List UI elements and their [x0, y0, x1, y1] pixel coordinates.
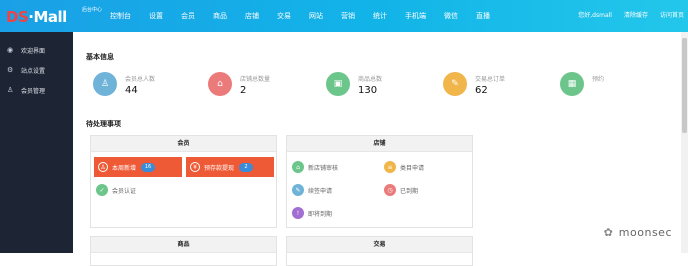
task-label: 预存款提现: [204, 163, 234, 172]
nav-dashboard[interactable]: 控制台: [110, 0, 131, 32]
panel-title: 商品: [91, 237, 276, 253]
sidebar: ◉ 欢迎界面 ⚙ 站点设置 ♙ 会员管理: [0, 32, 73, 253]
sidebar-item-label: 会员管理: [21, 86, 45, 95]
stat-booking: ▦ 预约: [560, 70, 675, 108]
order-icon: ✎: [443, 72, 467, 96]
logo[interactable]: DS·Mall: [6, 8, 67, 26]
list-icon: ≡: [384, 161, 396, 173]
stat-label: 会员总人数: [125, 74, 155, 83]
nav-settings[interactable]: 设置: [149, 0, 163, 32]
task-label: 类目申请: [400, 163, 424, 172]
task-label: 会员认证: [112, 186, 136, 195]
pending-title: 待处理事项: [86, 119, 121, 129]
user-greeting[interactable]: 您好,dsmall: [578, 0, 612, 32]
task-label: 续签申请: [308, 186, 332, 195]
task-label: 即将到期: [308, 209, 332, 218]
store-icon: ⌂: [292, 161, 304, 173]
nav-wechat[interactable]: 微信: [444, 0, 458, 32]
nav-website[interactable]: 网站: [309, 0, 323, 32]
panel-title: 交易: [287, 237, 472, 253]
stat-stores: ⌂ 店铺总数量 2: [208, 70, 323, 108]
nav-marketing[interactable]: 营销: [341, 0, 355, 32]
logo-subtitle: 后台中心: [82, 7, 102, 14]
sidebar-item-label: 欢迎界面: [21, 46, 45, 55]
this-week-new-members[interactable]: ♙ 本周新增 16: [94, 157, 182, 177]
basic-info-title: 基本信息: [86, 52, 114, 62]
panel-title: 店铺: [287, 136, 472, 152]
count-badge: 2: [239, 163, 253, 172]
wechat-icon: ✿: [604, 226, 613, 239]
count-badge: 16: [141, 163, 155, 172]
warning-icon: !: [292, 207, 304, 219]
user-icon: ♙: [7, 86, 16, 94]
nav-stores[interactable]: 店铺: [245, 0, 259, 32]
check-icon: ✓: [96, 184, 108, 196]
money-icon: ¥: [190, 162, 200, 172]
expired-stores[interactable]: ◷ 已到期: [384, 180, 469, 200]
member-auth[interactable]: ✓ 会员认证: [94, 180, 182, 200]
stat-value: 2: [240, 85, 246, 96]
sidebar-item-welcome[interactable]: ◉ 欢迎界面: [0, 40, 73, 60]
main-content: 基本信息 ♙ 会员总人数 44 ⌂ 店铺总数量 2 ▣ 商品总数 130 ✎ 交…: [73, 32, 688, 253]
scrollbar-thumb[interactable]: [682, 38, 687, 133]
nav-members[interactable]: 会员: [181, 0, 195, 32]
logo-name: Mall: [33, 8, 66, 26]
gear-icon: ⚙: [7, 66, 16, 74]
nav-live[interactable]: 直播: [476, 0, 490, 32]
nav-mobile[interactable]: 手机端: [405, 0, 426, 32]
gift-icon: ▦: [560, 72, 584, 96]
expiring-soon-stores[interactable]: ! 即将到期: [292, 203, 377, 223]
stat-label: 店铺总数量: [240, 74, 270, 83]
stat-label: 交易总订单: [475, 74, 505, 83]
category-apply[interactable]: ≡ 类目申请: [384, 157, 469, 177]
clock-icon: ◷: [384, 184, 396, 196]
stat-members: ♙ 会员总人数 44: [93, 70, 208, 108]
task-label: 本周新增: [112, 163, 136, 172]
member-panel: 会员 ♙ 本周新增 16 ¥ 预存款提现 2 ✓ 会员认证: [90, 135, 277, 228]
predeposit-withdraw[interactable]: ¥ 预存款提现 2: [186, 157, 274, 177]
bag-icon: ▣: [326, 72, 350, 96]
store-panel: 店铺 ⌂ 新店铺审核 ≡ 类目申请 ✎ 续签申请 ◷ 已到期 ! 即将到期: [286, 135, 473, 228]
panel-title: 会员: [91, 136, 276, 152]
goods-panel: 商品: [90, 236, 277, 266]
top-right-links: 您好,dsmall 清除缓存 访问首页: [566, 0, 684, 32]
renewal-apply[interactable]: ✎ 续签申请: [292, 180, 377, 200]
watermark: ✿ moonsec: [604, 226, 672, 239]
stat-orders: ✎ 交易总订单 62: [443, 70, 558, 108]
sidebar-item-label: 站点设置: [21, 66, 45, 75]
store-icon: ⌂: [208, 72, 232, 96]
stat-label: 商品总数: [358, 74, 382, 83]
nav-trade[interactable]: 交易: [277, 0, 291, 32]
top-bar: DS·Mall 后台中心 控制台 设置 会员 商品 店铺 交易 网站 营销 统计…: [0, 0, 688, 32]
task-label: 已到期: [400, 186, 418, 195]
logo-brand: DS: [6, 8, 28, 26]
stat-value: 62: [475, 85, 488, 96]
sidebar-item-site-settings[interactable]: ⚙ 站点设置: [0, 60, 73, 80]
main-nav: 控制台 设置 会员 商品 店铺 交易 网站 营销 统计 手机端 微信 直播: [110, 0, 508, 32]
clear-cache-link[interactable]: 清除缓存: [624, 0, 648, 32]
pencil-icon: ✎: [292, 184, 304, 196]
user-icon: ♙: [98, 162, 108, 172]
vertical-scrollbar[interactable]: [681, 32, 688, 253]
watermark-text: moonsec: [619, 226, 672, 239]
eye-icon: ◉: [7, 46, 16, 54]
user-icon: ♙: [93, 72, 117, 96]
sidebar-item-member-management[interactable]: ♙ 会员管理: [0, 80, 73, 100]
stat-label: 预约: [592, 74, 604, 83]
new-store-review[interactable]: ⌂ 新店铺审核: [292, 157, 377, 177]
nav-goods[interactable]: 商品: [213, 0, 227, 32]
visit-home-link[interactable]: 访问首页: [660, 0, 684, 32]
stat-goods: ▣ 商品总数 130: [326, 70, 441, 108]
trade-panel: 交易: [286, 236, 473, 266]
stat-value: 44: [125, 85, 138, 96]
task-label: 新店铺审核: [308, 163, 338, 172]
stat-value: 130: [358, 85, 377, 96]
nav-statistics[interactable]: 统计: [373, 0, 387, 32]
